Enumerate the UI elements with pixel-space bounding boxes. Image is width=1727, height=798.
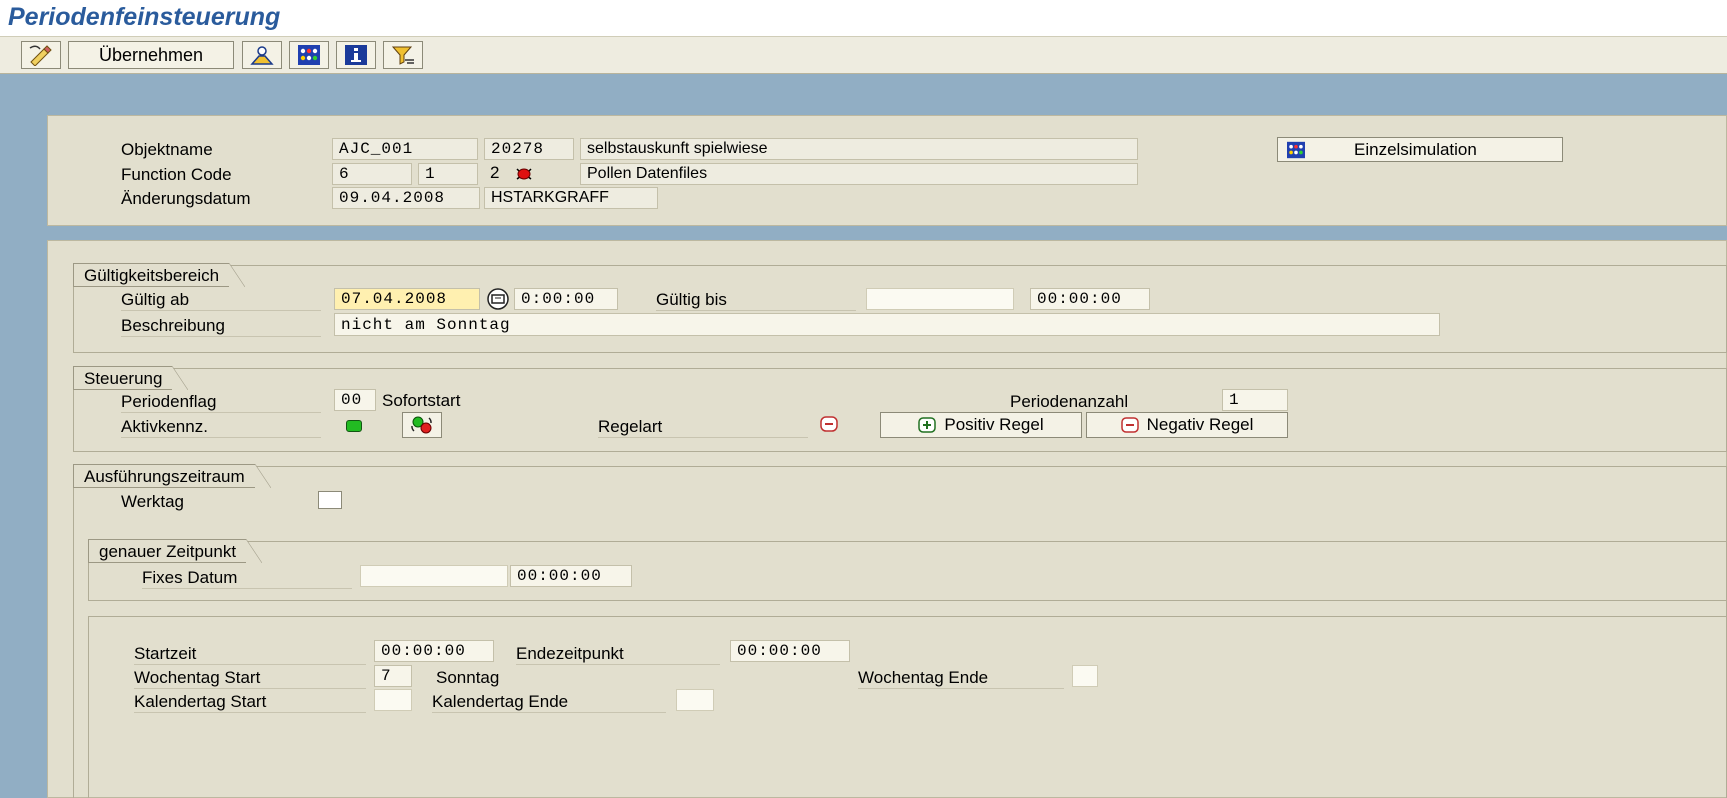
wochentag-start-label: Wochentag Start xyxy=(134,668,366,689)
gueltig-ab-time-input[interactable]: 0:00:00 xyxy=(514,288,618,310)
grid-dots-icon xyxy=(298,45,320,65)
startzeit-input[interactable]: 00:00:00 xyxy=(374,640,494,662)
function-code-field-b: 1 xyxy=(418,163,478,185)
filter-icon xyxy=(391,46,414,65)
plus-icon xyxy=(918,417,937,433)
negativ-regel-label: Negativ Regel xyxy=(1146,415,1254,434)
minus-icon xyxy=(1120,417,1139,433)
info-button[interactable] xyxy=(336,41,376,69)
wochentag-ende-input[interactable] xyxy=(1072,665,1098,687)
gueltig-bis-time-input[interactable]: 00:00:00 xyxy=(1030,288,1150,310)
genauer-zeitpunkt-title: genauer Zeitpunkt xyxy=(88,539,263,563)
kalendertag-ende-input[interactable] xyxy=(676,689,714,711)
objektname-number-field: 20278 xyxy=(484,138,574,160)
fixes-datum-label: Fixes Datum xyxy=(142,568,352,589)
red-status-icon xyxy=(514,165,534,183)
fixes-zeit-input[interactable]: 00:00:00 xyxy=(510,565,632,587)
gueltig-bis-date-input[interactable] xyxy=(866,288,1014,310)
endezeitpunkt-input[interactable]: 00:00:00 xyxy=(730,640,850,662)
kalendertag-start-label: Kalendertag Start xyxy=(134,692,366,713)
objektname-description-field: selbstauskunft spielwiese xyxy=(580,138,1138,160)
minus-indicator-icon xyxy=(820,416,838,432)
positiv-regel-label: Positiv Regel xyxy=(944,415,1044,434)
toggle-active-button[interactable] xyxy=(402,412,442,438)
regelart-label: Regelart xyxy=(598,417,808,438)
gueltigkeit-group-title: Gültigkeitsbereich xyxy=(73,263,246,287)
wochentag-start-input[interactable]: 7 xyxy=(374,665,412,687)
edit-pencil-button[interactable] xyxy=(21,41,61,69)
gueltig-bis-label: Gültig bis xyxy=(656,290,856,311)
kalendertag-ende-label: Kalendertag Ende xyxy=(432,692,666,713)
einzelsimulation-button[interactable]: Einzelsimulation xyxy=(1277,137,1563,162)
beschreibung-input[interactable]: nicht am Sonntag xyxy=(334,313,1440,336)
kalendertag-start-input[interactable] xyxy=(374,689,412,711)
filter-button[interactable] xyxy=(383,41,423,69)
function-code-field-a: 6 xyxy=(332,163,412,185)
aenderungsdatum-field: 09.04.2008 xyxy=(332,187,480,209)
toggle-arrows-icon xyxy=(411,416,432,434)
periodenanzahl-label: Periodenanzahl xyxy=(1010,392,1129,411)
negativ-regel-button[interactable]: Negativ Regel xyxy=(1086,412,1288,438)
user-mountain-button[interactable] xyxy=(242,41,282,69)
title-bar: Periodenfeinsteuerung xyxy=(0,0,1727,36)
periodenflag-label: Periodenflag xyxy=(121,392,321,413)
aenderungsdatum-label: Änderungsdatum xyxy=(121,189,251,208)
periodenflag-input[interactable]: 00 xyxy=(334,389,376,411)
steuerung-group-title: Steuerung xyxy=(73,366,189,390)
positiv-regel-button[interactable]: Positiv Regel xyxy=(880,412,1082,438)
objektname-code-field: AJC_001 xyxy=(332,138,478,160)
person-icon xyxy=(250,46,274,65)
werktag-label: Werktag xyxy=(121,492,184,511)
objektname-label: Objektname xyxy=(121,140,213,159)
wochentag-ende-label: Wochentag Ende xyxy=(858,668,1064,689)
aktivkennz-label: Aktivkennz. xyxy=(121,417,321,438)
werktag-checkbox[interactable] xyxy=(318,491,342,509)
gueltig-ab-date-input[interactable]: 07.04.2008 xyxy=(334,288,480,310)
wochentag-start-text: Sonntag xyxy=(436,668,500,687)
function-code-value-c: 2 xyxy=(490,163,500,182)
steuerung-group xyxy=(73,368,1727,452)
einzelsimulation-label: Einzelsimulation xyxy=(1354,139,1477,159)
aenderung-user-field: HSTARKGRAFF xyxy=(484,187,658,209)
function-code-label: Function Code xyxy=(121,165,232,184)
startzeit-label: Startzeit xyxy=(134,644,366,665)
info-icon xyxy=(345,45,367,65)
pencil-icon xyxy=(29,45,52,66)
ausfuehrung-group-title: Ausführungszeitraum xyxy=(73,464,271,488)
fixes-datum-input[interactable] xyxy=(360,565,508,587)
uebernehmen-button[interactable]: Übernehmen xyxy=(68,41,234,69)
page-title: Periodenfeinsteuerung xyxy=(8,3,281,31)
gueltig-ab-label: Gültig ab xyxy=(121,290,321,311)
grid-dots-icon xyxy=(1287,141,1305,158)
calendar-picker-icon xyxy=(487,288,509,310)
endezeitpunkt-label: Endezeitpunkt xyxy=(516,644,720,665)
beschreibung-label: Beschreibung xyxy=(121,316,321,337)
periodenflag-text: Sofortstart xyxy=(382,391,461,410)
hierarchy-button[interactable] xyxy=(289,41,329,69)
function-description-field: Pollen Datenfiles xyxy=(580,163,1138,185)
calendar-help-button[interactable] xyxy=(483,288,513,310)
active-status-light-icon xyxy=(346,420,362,432)
periodenanzahl-input[interactable]: 1 xyxy=(1222,389,1288,411)
